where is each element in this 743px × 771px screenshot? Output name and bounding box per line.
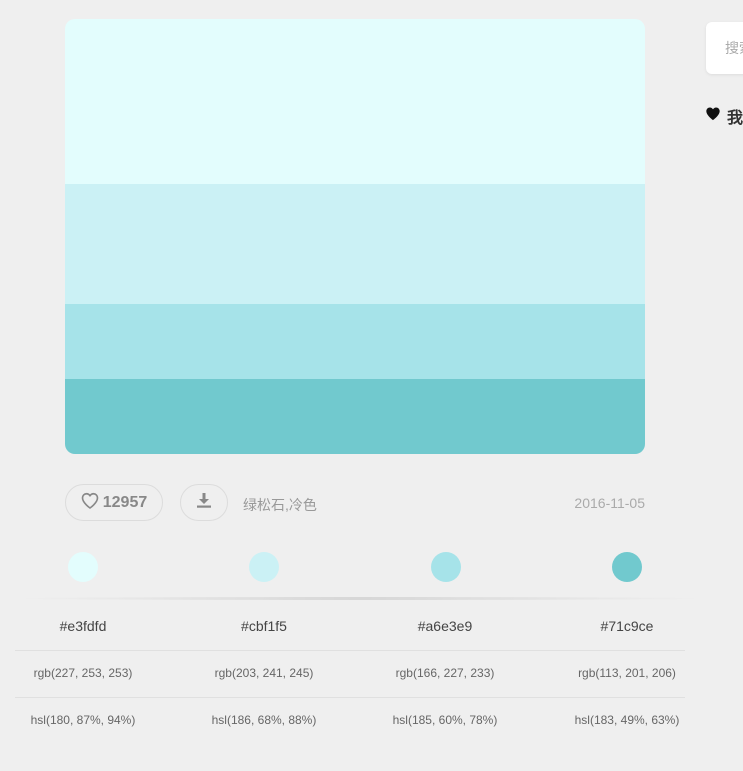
hsl-value[interactable]: hsl(185, 60%, 78%) bbox=[355, 698, 535, 742]
hex-value[interactable]: #cbf1f5 bbox=[174, 604, 354, 648]
rgb-row: rgb(227, 253, 253) rgb(203, 241, 245) rg… bbox=[0, 651, 743, 698]
palette-stripe-1[interactable] bbox=[65, 19, 645, 184]
hsl-value[interactable]: hsl(186, 68%, 88%) bbox=[174, 698, 354, 742]
hex-value[interactable]: #a6e3e9 bbox=[355, 604, 535, 648]
color-values-table: #e3fdfd #cbf1f5 #a6e3e9 #71c9ce rgb(227,… bbox=[0, 604, 743, 745]
palette-date: 2016-11-05 bbox=[574, 495, 645, 511]
favorites-link[interactable]: 我 bbox=[705, 106, 743, 127]
palette-preview[interactable] bbox=[65, 19, 645, 454]
color-dot-3[interactable] bbox=[431, 552, 461, 582]
hsl-row: hsl(180, 87%, 94%) hsl(186, 68%, 88%) hs… bbox=[0, 698, 743, 745]
hex-row: #e3fdfd #cbf1f5 #a6e3e9 #71c9ce bbox=[0, 604, 743, 651]
rgb-value[interactable]: rgb(166, 227, 233) bbox=[355, 651, 535, 695]
color-dot-2[interactable] bbox=[249, 552, 279, 582]
heart-outline-icon bbox=[81, 492, 99, 514]
hsl-value[interactable]: hsl(183, 49%, 63%) bbox=[537, 698, 717, 742]
rgb-value[interactable]: rgb(227, 253, 253) bbox=[0, 651, 173, 695]
palette-tags[interactable]: 绿松石,冷色 bbox=[243, 495, 317, 515]
section-divider bbox=[15, 597, 705, 600]
search-input[interactable]: 搜索 bbox=[706, 22, 743, 74]
favorites-label: 我 bbox=[727, 110, 743, 127]
download-button[interactable] bbox=[180, 484, 228, 521]
color-dots bbox=[0, 552, 743, 584]
action-bar: 12957 绿松石,冷色 2016-11-05 bbox=[65, 484, 645, 524]
download-icon bbox=[195, 491, 213, 514]
heart-icon bbox=[705, 106, 721, 126]
like-count: 12957 bbox=[102, 493, 148, 511]
color-dot-4[interactable] bbox=[612, 552, 642, 582]
hex-value[interactable]: #71c9ce bbox=[537, 604, 717, 648]
rgb-value[interactable]: rgb(113, 201, 206) bbox=[537, 651, 717, 695]
color-dot-1[interactable] bbox=[68, 552, 98, 582]
like-button[interactable]: 12957 bbox=[65, 484, 163, 521]
palette-stripe-4[interactable] bbox=[65, 379, 645, 454]
hsl-value[interactable]: hsl(180, 87%, 94%) bbox=[0, 698, 173, 742]
palette-stripe-3[interactable] bbox=[65, 304, 645, 379]
rgb-value[interactable]: rgb(203, 241, 245) bbox=[174, 651, 354, 695]
palette-stripe-2[interactable] bbox=[65, 184, 645, 304]
hex-value[interactable]: #e3fdfd bbox=[0, 604, 173, 648]
